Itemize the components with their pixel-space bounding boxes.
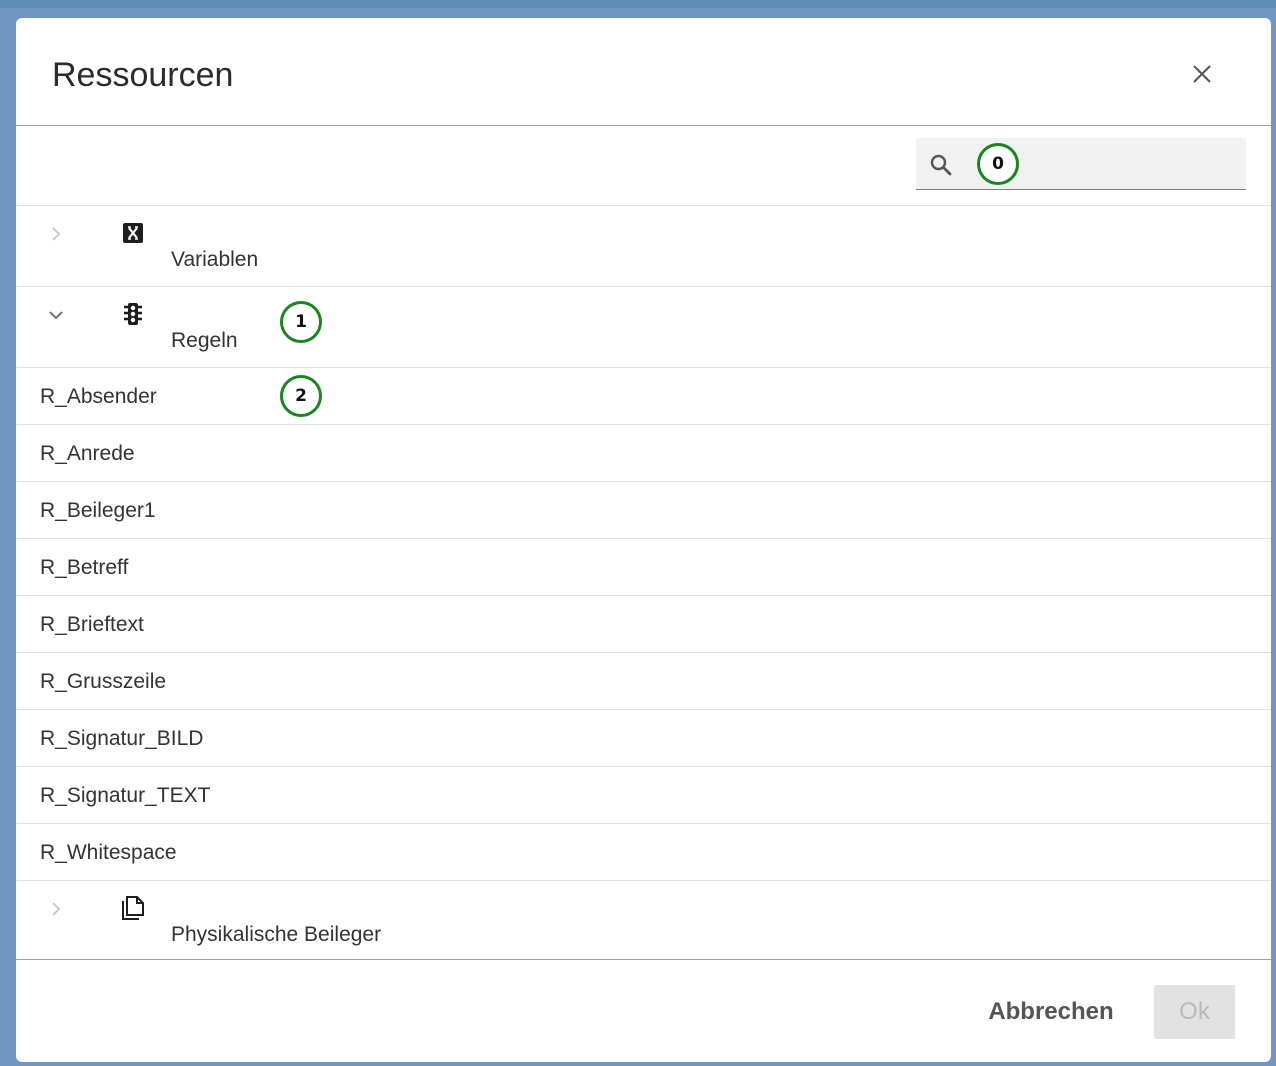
cancel-button[interactable]: Abbrechen [981, 986, 1121, 1038]
rule-item-label: R_Grusszeile [40, 670, 167, 693]
annotation-marker-1: 1 [280, 301, 322, 343]
rule-item-label: R_Absender [40, 385, 157, 408]
tree-group-regeln[interactable]: Regeln 1 [16, 287, 1271, 368]
rule-item-r-anrede[interactable]: R_Anrede [16, 425, 1271, 482]
chevron-down-icon[interactable] [46, 305, 66, 325]
tree-group-variablen[interactable]: Variablen [16, 206, 1271, 287]
chevron-right-icon[interactable] [46, 899, 66, 919]
rule-item-r-signatur-bild[interactable]: R_Signatur_BILD [16, 710, 1271, 767]
resources-dialog: Ressourcen 0 Variablen Regeln 1 R_Absend… [16, 18, 1271, 1062]
tree-group-label: Regeln [171, 329, 238, 352]
toolbar: 0 [16, 126, 1271, 206]
rule-item-label: R_Anrede [40, 442, 135, 465]
annotation-marker-2: 2 [280, 375, 322, 417]
rule-item-label: R_Signatur_BILD [40, 727, 204, 750]
search-input[interactable] [1026, 146, 1240, 184]
tree-group-label: Variablen [171, 248, 259, 271]
tree-group-physikalische-beileger[interactable]: Physikalische Beileger [16, 881, 1271, 961]
rule-item-label: R_Betreff [40, 556, 129, 579]
traffic-light-icon [120, 301, 146, 327]
resource-tree: Variablen Regeln 1 R_Absender 2 R_Anrede… [16, 206, 1271, 961]
rule-item-r-brieftext[interactable]: R_Brieftext [16, 596, 1271, 653]
variable-x-icon [120, 220, 146, 246]
rule-item-r-signatur-text[interactable]: R_Signatur_TEXT [16, 767, 1271, 824]
rule-item-label: R_Whitespace [40, 841, 177, 864]
dialog-footer: Abbrechen Ok [16, 959, 1271, 1062]
rule-item-r-beileger1[interactable]: R_Beileger1 [16, 482, 1271, 539]
tree-group-label: Physikalische Beileger [171, 923, 382, 946]
backdrop [0, 0, 1276, 8]
chevron-right-icon[interactable] [46, 224, 66, 244]
dialog-title: Ressourcen [52, 56, 234, 94]
rule-item-label: R_Beileger1 [40, 499, 156, 522]
search-box[interactable] [916, 138, 1246, 190]
search-icon [929, 153, 953, 177]
rule-item-label: R_Brieftext [40, 613, 144, 636]
rule-item-r-whitespace[interactable]: R_Whitespace [16, 824, 1271, 881]
close-icon [1192, 65, 1212, 88]
ok-button[interactable]: Ok [1154, 985, 1235, 1039]
rule-item-label: R_Signatur_TEXT [40, 784, 211, 807]
documents-icon [120, 895, 146, 921]
dialog-header: Ressourcen [16, 18, 1271, 126]
rule-item-r-betreff[interactable]: R_Betreff [16, 539, 1271, 596]
rule-item-r-absender[interactable]: R_Absender 2 [16, 368, 1271, 425]
rule-item-r-grusszeile[interactable]: R_Grusszeile [16, 653, 1271, 710]
close-button[interactable] [1192, 64, 1224, 96]
annotation-marker-0: 0 [977, 143, 1019, 185]
